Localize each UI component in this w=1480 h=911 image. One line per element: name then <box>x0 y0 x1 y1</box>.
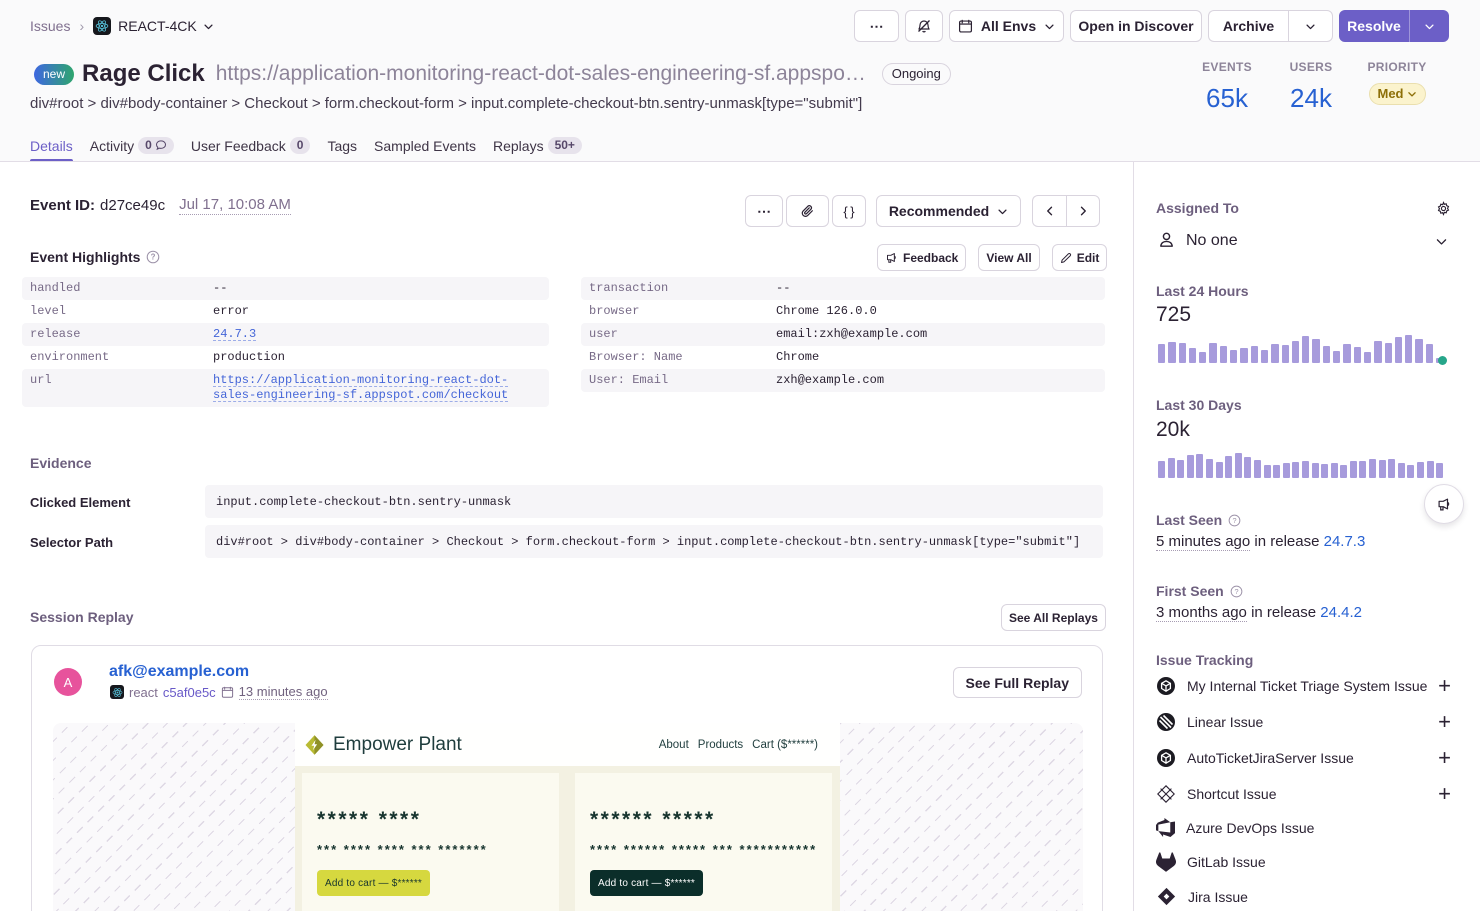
svg-text:?: ? <box>151 253 156 262</box>
svg-text:?: ? <box>1234 586 1238 595</box>
svg-text:?: ? <box>1233 515 1237 524</box>
